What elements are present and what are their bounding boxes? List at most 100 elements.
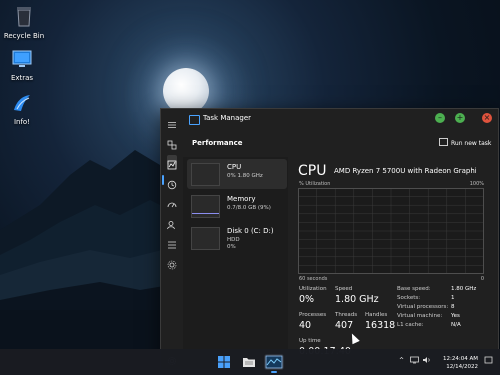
- threads-stat: Threads 407: [335, 312, 357, 331]
- task-manager-app-icon: [189, 115, 200, 125]
- maximize-button[interactable]: +: [455, 113, 465, 123]
- resource-detail: 0.7/8.0 GB (9%): [227, 205, 271, 211]
- desktop-icon-label: Extras: [10, 74, 34, 82]
- spec-value: 8: [451, 304, 455, 310]
- spec-row: Base speed: 1.80 GHz: [397, 286, 483, 295]
- handles-stat: Handles 16318: [365, 312, 395, 331]
- windows-logo-icon: [218, 356, 230, 368]
- services-nav-icon[interactable]: [167, 255, 177, 270]
- minimize-button[interactable]: –: [435, 113, 445, 123]
- page-header: Performance Run new task ···: [183, 129, 498, 157]
- performance-nav-icon[interactable]: [167, 155, 177, 170]
- task-manager-icon: [265, 355, 283, 369]
- active-app-indicator: [271, 371, 277, 373]
- stat-value: 0%: [299, 294, 315, 305]
- users-nav-icon[interactable]: [167, 215, 177, 230]
- processes-stat: Processes 40: [299, 312, 326, 331]
- spec-value: N/A: [451, 322, 461, 328]
- resource-name: CPU: [227, 163, 242, 171]
- run-task-icon: [439, 138, 448, 146]
- utilization-axis-label: % Utilization: [299, 181, 331, 187]
- desktop-icon-extras[interactable]: Extras: [0, 48, 44, 82]
- cpu-title: CPU: [298, 163, 327, 179]
- nav-rail: [161, 129, 183, 369]
- clock-date: 12/14/2022: [446, 364, 478, 370]
- stat-label: Up time: [299, 338, 321, 344]
- task-manager-window: Task Manager – + × Performance Run new t…: [160, 108, 499, 370]
- resource-name: Memory: [227, 195, 256, 203]
- graph-time-span: 60 seconds: [299, 276, 328, 282]
- notification-icon[interactable]: [484, 356, 493, 367]
- details-nav-icon[interactable]: [167, 235, 177, 249]
- spec-key: Sockets:: [397, 295, 421, 301]
- desktop-icon-info[interactable]: Info!: [0, 92, 44, 126]
- resource-list: CPU 0% 1.80 GHz Memory 0.7/8.0 GB (9%) D…: [183, 157, 288, 369]
- start-button[interactable]: [216, 354, 232, 370]
- cpu-details-panel: CPU AMD Ryzen 7 5700U with Radeon Graphi…: [288, 157, 498, 369]
- disk-usage: 0%: [227, 244, 236, 250]
- folder-icon: [243, 358, 255, 367]
- resource-detail: 0% 1.80 GHz: [227, 173, 263, 179]
- file-explorer-taskbar-button[interactable]: [241, 354, 257, 370]
- cpu-spec-list: Base speed: 1.80 GHz Sockets: 1 Virtual pr…: [397, 286, 483, 331]
- desktop-icon-label: Recycle Bin: [3, 32, 45, 40]
- utilization-stat: Utilization 0%: [299, 286, 327, 305]
- resource-name: Disk 0 (C: D:): [227, 227, 274, 235]
- memory-thumbnail: [191, 195, 220, 218]
- spec-row: Virtual machine: Yes: [397, 313, 483, 322]
- task-manager-taskbar-button[interactable]: [264, 354, 284, 373]
- clock-time: 12:24:04 AM: [443, 356, 478, 362]
- spec-row: L1 cache: N/A: [397, 322, 483, 331]
- resource-item-memory[interactable]: Memory 0.7/8.0 GB (9%): [187, 191, 287, 221]
- spec-key: L1 cache:: [397, 322, 424, 328]
- cpu-model-name: AMD Ryzen 7 5700U with Radeon Graphi...: [334, 167, 476, 175]
- utilization-axis-max: 100%: [469, 181, 484, 187]
- hamburger-menu-icon[interactable]: [168, 114, 176, 128]
- spec-value: 1.80 GHz: [451, 286, 477, 292]
- resource-item-cpu[interactable]: CPU 0% 1.80 GHz: [187, 159, 287, 189]
- spec-value: Yes: [451, 313, 460, 319]
- graph-time-end: 0: [480, 276, 484, 282]
- spec-key: Virtual machine:: [397, 313, 443, 319]
- app-history-nav-icon[interactable]: [167, 175, 177, 190]
- close-button[interactable]: ×: [482, 113, 492, 123]
- desktop-icon-recycle-bin[interactable]: Recycle Bin: [2, 4, 46, 40]
- page-title: Performance: [192, 139, 243, 147]
- tray-overflow-caret[interactable]: ^: [399, 357, 404, 364]
- spec-key: Base speed:: [397, 286, 431, 292]
- taskbar: ^: [0, 349, 500, 375]
- desktop-icon-label: Info!: [13, 118, 31, 126]
- processes-nav-icon[interactable]: [167, 135, 177, 150]
- window-title: Task Manager: [203, 114, 252, 122]
- spec-key: Virtual processors:: [397, 304, 449, 310]
- spec-value: 1: [451, 295, 455, 301]
- speed-stat: Speed 1.80 GHz: [335, 286, 379, 305]
- taskbar-clock[interactable]: 12:24:04 AM 12/14/2022: [443, 355, 478, 371]
- cpu-thumbnail: [191, 163, 220, 186]
- stat-label: Threads: [335, 312, 358, 318]
- recycle-bin-icon: [17, 7, 31, 27]
- resource-item-disk[interactable]: Disk 0 (C: D:) HDD 0%: [187, 223, 287, 253]
- run-new-task-label: Run new task: [451, 140, 492, 147]
- disk-type: HDD: [227, 237, 240, 243]
- stat-value: 16318: [365, 320, 396, 331]
- stat-value: 407: [335, 320, 354, 331]
- run-new-task-button[interactable]: Run new task: [439, 138, 491, 147]
- extras-icon: [12, 50, 32, 67]
- network-icon[interactable]: [410, 356, 419, 366]
- spec-row: Sockets: 1: [397, 295, 483, 304]
- resource-detail: HDD 0%: [227, 237, 240, 251]
- startup-apps-nav-icon[interactable]: [167, 195, 177, 208]
- title-bar[interactable]: Task Manager – + ×: [161, 109, 498, 129]
- stat-value: 1.80 GHz: [335, 294, 379, 305]
- spec-row: Virtual processors: 8: [397, 304, 483, 313]
- stat-label: Processes: [299, 312, 327, 318]
- selected-indicator: [162, 175, 164, 185]
- stat-label: Handles: [365, 312, 388, 318]
- volume-icon[interactable]: [422, 356, 431, 366]
- stat-label: Speed: [335, 286, 353, 292]
- stat-label: Utilization: [299, 286, 327, 292]
- info-icon: [14, 95, 30, 111]
- disk-thumbnail: [191, 227, 220, 250]
- stat-value: 40: [299, 320, 312, 331]
